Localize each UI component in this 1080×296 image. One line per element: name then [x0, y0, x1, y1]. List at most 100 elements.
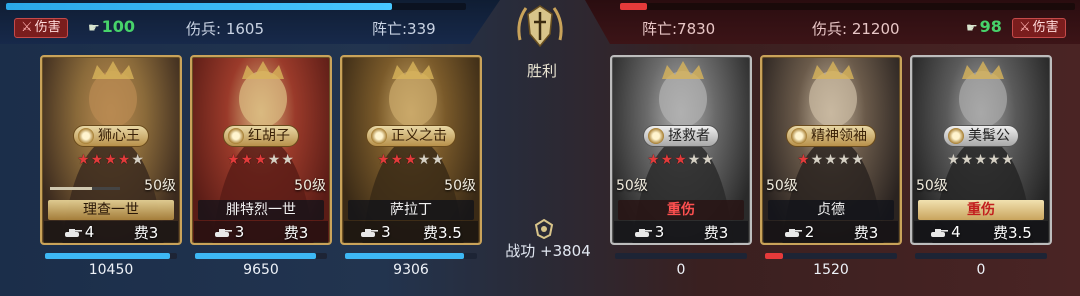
hero-skill-name: 正义之击 [366, 125, 456, 147]
skill-emblem-icon [791, 128, 807, 144]
troop-cost-row: 3 费3 [614, 221, 748, 243]
hero-skill-name: 美髯公 [943, 125, 1019, 147]
swords-icon: ⚔ [21, 20, 33, 35]
hero-hp-bar [915, 253, 1047, 259]
skill-emblem-icon [371, 128, 387, 144]
hero-stars: ★★★★★ [227, 152, 295, 168]
troop-count: 4 [64, 223, 94, 241]
hero-name: 腓特烈一世 [198, 200, 324, 220]
merit-badge-icon [534, 218, 554, 240]
hero-cost: 费3.5 [992, 223, 1032, 242]
star-icon: ★ [687, 152, 702, 168]
skill-emblem-icon [78, 128, 94, 144]
hero-level: 50级 [916, 178, 948, 194]
hero-cost: 费3 [133, 223, 159, 242]
hero-cost: 费3 [853, 223, 879, 242]
tank-icon [634, 228, 652, 237]
star-icon: ★ [647, 152, 661, 168]
troop-cost-row: 4 费3.5 [914, 221, 1048, 243]
hero-hp-bar [345, 253, 477, 259]
morale-icon: ☛ [88, 21, 100, 36]
left-army-bar [6, 3, 466, 10]
hero-stars: ★★★★★ [377, 152, 445, 168]
left-killed: 阵亡:339 [372, 20, 436, 38]
hero-card[interactable]: 美髯公 ★★★★★ 50级 重伤 4 费3.5 [910, 55, 1052, 245]
star-icon: ★ [281, 152, 295, 168]
hero-name: 重伤 [918, 200, 1044, 220]
hero-cost: 费3 [703, 223, 729, 242]
hero-level: 50级 [766, 178, 798, 194]
hero-cost: 费3 [283, 223, 309, 242]
right-killed: 阵亡:7830 [642, 20, 716, 38]
hero-level: 50级 [444, 178, 476, 194]
hero-stars: ★★★★★ [647, 152, 715, 168]
star-icon: ★ [431, 152, 445, 168]
star-icon: ★ [267, 152, 282, 168]
hero-hp-value: 10450 [88, 262, 134, 278]
left-damage-tag[interactable]: ⚔ 伤害 [14, 18, 68, 38]
battle-report: ⚔ 伤害 ☛ 100 伤兵: 1605 阵亡:339 阵亡:7830 伤兵: 212… [0, 0, 1080, 296]
star-icon: ★ [77, 152, 91, 168]
victory-laurel-icon [517, 5, 563, 48]
hero-cost: 费3.5 [422, 223, 462, 242]
star-icon: ★ [974, 152, 988, 168]
hero-card[interactable]: 拯救者 ★★★★★ 50级 重伤 3 费3 [610, 55, 752, 245]
hero-skill-name: 狮心王 [73, 125, 149, 147]
hero-hp-value: 9650 [243, 262, 279, 278]
hero-hp-bar [765, 253, 897, 259]
hero-level: 50级 [294, 178, 326, 194]
star-icon: ★ [660, 152, 675, 168]
star-icon: ★ [810, 152, 825, 168]
tank-icon [784, 228, 802, 237]
star-icon: ★ [240, 152, 255, 168]
skill-emblem-icon [228, 128, 244, 144]
hero-level: 50级 [144, 178, 176, 194]
right-damage-tag[interactable]: ⚔ 伤害 [1012, 18, 1066, 38]
hero-skill-name: 精神领袖 [786, 125, 876, 147]
hero-name: 重伤 [618, 200, 744, 220]
hero-skill-name: 拯救者 [643, 125, 719, 147]
star-icon: ★ [701, 152, 715, 168]
star-icon: ★ [674, 152, 688, 168]
troop-count: 4 [930, 223, 961, 241]
hero-skill-name: 红胡子 [223, 125, 299, 147]
morale-icon: ☛ [966, 21, 978, 36]
star-icon: ★ [851, 152, 865, 168]
merit-gain: 战功 +3804 [505, 242, 591, 260]
star-icon: ★ [390, 152, 405, 168]
star-icon: ★ [797, 152, 811, 168]
skill-emblem-icon [648, 128, 664, 144]
star-icon: ★ [837, 152, 852, 168]
hero-hp-bar [45, 253, 177, 259]
hero-hp-value: 0 [676, 262, 686, 278]
hero-hp-value: 1520 [813, 262, 849, 278]
tank-icon [214, 228, 232, 237]
star-icon: ★ [960, 152, 975, 168]
hero-stars: ★★★★★ [77, 152, 145, 168]
right-army-bar [620, 3, 1075, 10]
hero-hp-bar [195, 253, 327, 259]
hero-card[interactable]: 精神领袖 ★★★★★ 50级 贞德 2 费3 [760, 55, 902, 245]
star-icon: ★ [104, 152, 118, 168]
hero-card[interactable]: 红胡子 ★★★★★ 50级 腓特烈一世 3 费3 [190, 55, 332, 245]
hero-hp-value: 9306 [393, 262, 429, 278]
troop-count: 3 [214, 223, 244, 241]
hero-name: 理查一世 [48, 200, 174, 220]
hero-name: 贞德 [768, 200, 894, 220]
troop-count: 3 [634, 223, 664, 241]
star-icon: ★ [254, 152, 268, 168]
right-morale: ☛ 98 [966, 17, 1002, 36]
troop-cost-row: 3 费3.5 [344, 221, 478, 243]
star-icon: ★ [1001, 152, 1015, 168]
star-icon: ★ [117, 152, 132, 168]
tank-icon [931, 228, 949, 237]
hero-card[interactable]: 狮心王 ★★★★★ 50级 理查一世 4 费3 [40, 55, 182, 245]
star-icon: ★ [947, 152, 961, 168]
hero-stars: ★★★★★ [797, 152, 865, 168]
troop-cost-row: 2 费3 [764, 221, 898, 243]
star-icon: ★ [417, 152, 432, 168]
star-icon: ★ [404, 152, 418, 168]
hero-name: 萨拉丁 [348, 200, 474, 220]
hero-card[interactable]: 正义之击 ★★★★★ 50级 萨拉丁 3 费3.5 [340, 55, 482, 245]
hero-level: 50级 [616, 178, 648, 194]
